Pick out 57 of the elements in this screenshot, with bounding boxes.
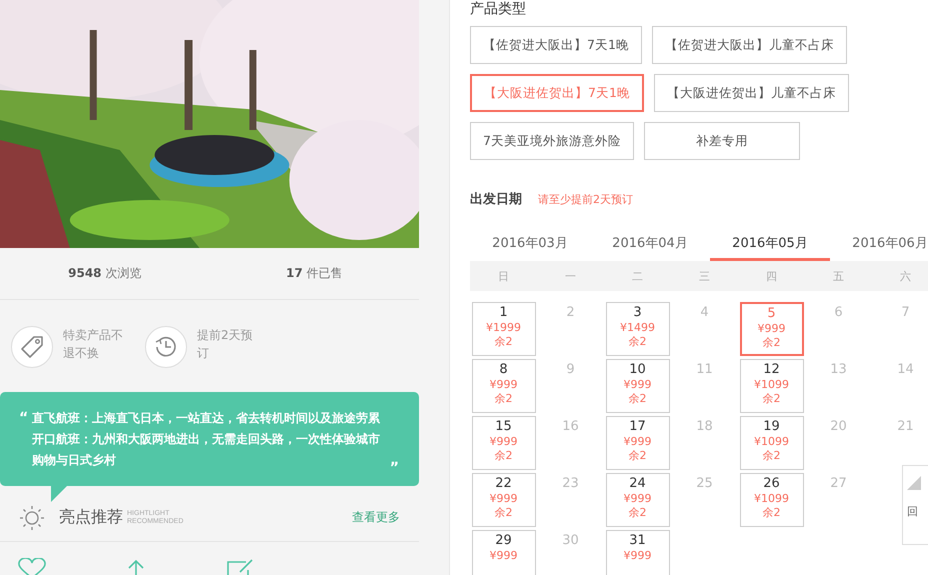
date-number: 20 [830, 418, 847, 434]
weekday-label: 二 [631, 268, 644, 284]
quote-mark: ” [390, 460, 399, 476]
quote-mark: “ [19, 409, 28, 428]
date-number: 23 [562, 475, 579, 491]
feature-text: 提前2天预订 [197, 327, 254, 362]
product-option[interactable]: 7天美亚境外旅游意外险 [470, 122, 634, 160]
date-number: 11 [696, 361, 713, 377]
date-cell[interactable]: 15 ¥999 余2 [472, 416, 536, 470]
quote-text: 开口航班：九州和大阪两地进出，无需走回头路，一次性体验城市购物与日式乡村 [32, 431, 382, 469]
date-cell[interactable]: 1 ¥1999 余2 [472, 302, 536, 356]
date-cell[interactable]: 3 ¥1499 余2 [606, 302, 670, 356]
section-title: 亮点推荐 [59, 507, 123, 528]
product-option[interactable]: 补差专用 [644, 122, 800, 160]
date-number: 18 [696, 418, 713, 434]
weekday-label: 一 [564, 268, 577, 284]
product-option[interactable]: 【大阪进佐贺出】儿童不占床 [654, 74, 849, 112]
date-cell[interactable]: 12 ¥1099 余2 [740, 359, 804, 413]
stat-text: 9548 次浏览 [67, 265, 142, 282]
booking-note: 请至少提前2天预订 [538, 192, 633, 207]
date-number: 14 [897, 361, 914, 377]
date-number: 2 [566, 304, 575, 320]
stat-text: 17 件已售 [284, 265, 344, 282]
weekday-label: 六 [899, 268, 912, 284]
date-number: 27 [830, 475, 847, 491]
date-number: 30 [562, 532, 579, 548]
section-title: 产品类型 [470, 0, 527, 18]
date-number: 4 [700, 304, 709, 320]
date-cell[interactable]: 10 ¥999 余2 [606, 359, 670, 413]
weekday-label: 三 [698, 268, 711, 284]
date-cell[interactable]: 26 ¥1099 余2 [740, 473, 804, 527]
weekday-label: 四 [765, 268, 778, 284]
back-to-top-button[interactable]: 回 [902, 465, 928, 545]
product-option[interactable]: 【佐贺进大阪出】儿童不占床 [652, 26, 847, 64]
date-cell[interactable]: 19 ¥1099 余2 [740, 416, 804, 470]
date-number: 21 [897, 418, 914, 434]
date-cell[interactable]: 8 ¥999 余2 [472, 359, 536, 413]
date-number: 13 [830, 361, 847, 377]
date-cell[interactable]: 22 ¥999 余2 [472, 473, 536, 527]
month-tab[interactable]: 2016年06月 [830, 234, 928, 261]
month-tab[interactable]: 2016年03月 [470, 234, 590, 261]
date-number: 25 [696, 475, 713, 491]
weekday-label: 五 [832, 268, 845, 284]
month-tab[interactable]: 2016年04月 [590, 234, 710, 261]
date-cell[interactable]: 29 ¥999 [472, 530, 536, 575]
date-number: 9 [566, 361, 575, 377]
date-cell[interactable]: 17 ¥999 余2 [606, 416, 670, 470]
date-number: 6 [834, 304, 843, 320]
product-option[interactable]: 【佐贺进大阪出】7天1晚 [470, 26, 642, 64]
section-title: 出发日期 [470, 191, 522, 208]
date-cell[interactable]: 31 ¥999 [606, 530, 670, 575]
date-cell[interactable]: 24 ¥999 余2 [606, 473, 670, 527]
feature-text: 特卖产品不退不换 [63, 327, 124, 362]
date-number: 7 [901, 304, 910, 320]
quote-text: 直飞航班：上海直飞日本，一站直达，省去转机时间以及旅途劳累 [32, 410, 382, 427]
weekday-label: 日 [497, 268, 510, 284]
date-number: 16 [562, 418, 579, 434]
